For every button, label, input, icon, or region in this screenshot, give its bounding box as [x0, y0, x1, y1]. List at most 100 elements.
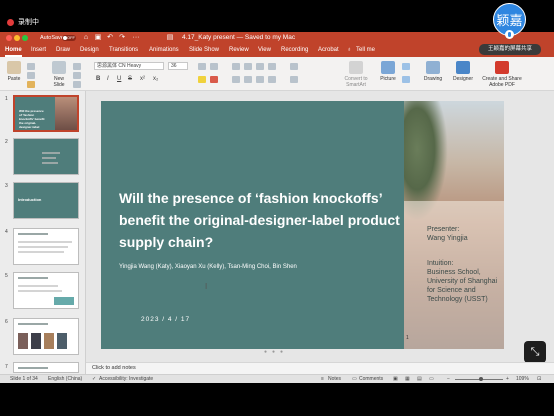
redo-icon[interactable]: ↷ [118, 34, 126, 42]
thumbnail-image [54, 297, 74, 305]
picture-button[interactable]: Picture [378, 61, 398, 82]
title-bar: AutoSave OFF ⌂ ▣ ↶ ↷ ··· ▤ 4.17_Katy pre… [0, 32, 554, 44]
thumbnail-number: 5 [5, 273, 8, 279]
home-icon[interactable]: ⌂ [82, 34, 90, 42]
convert-smartart-button[interactable]: Convert to SmartArt [340, 61, 372, 88]
thumbnail-number: 6 [5, 319, 8, 325]
screen-share-label: 王颖嘉的屏幕共享 [479, 44, 541, 55]
strikethrough-button[interactable]: S [128, 76, 132, 83]
layout-icon[interactable] [73, 63, 81, 70]
slide-thumbnail-5[interactable] [13, 272, 79, 309]
slide-thumbnail-4[interactable] [13, 228, 79, 265]
tab-recording[interactable]: Recording [281, 46, 308, 55]
superscript-button[interactable]: x² [140, 76, 145, 83]
create-adobe-pdf-button[interactable]: Create and Share Adobe PDF [481, 61, 523, 88]
font-family-select[interactable]: 思源黑体 CN Heavy [94, 62, 164, 70]
align-right-icon[interactable] [256, 76, 264, 83]
copy-icon[interactable] [27, 72, 35, 79]
bullets-icon[interactable] [232, 63, 240, 70]
slide-date[interactable]: 2023 / 4 / 17 [141, 316, 190, 324]
reset-icon[interactable] [73, 72, 81, 79]
reading-view-icon[interactable]: ▤ [417, 375, 422, 383]
tab-draw[interactable]: Draw [56, 46, 70, 55]
align-left-icon[interactable] [232, 76, 240, 83]
numbering-icon[interactable] [244, 63, 252, 70]
slide-sorter-icon[interactable]: ▦ [405, 375, 410, 383]
presenter-block[interactable]: Presenter: Wang Yingjia Intuition: Busin… [427, 225, 504, 304]
thumbnail-line [18, 285, 58, 287]
tab-acrobat[interactable]: Acrobat [318, 46, 339, 55]
thumbnail-number: 4 [5, 229, 8, 235]
comments-toggle[interactable]: Comments [359, 375, 383, 383]
text-direction-icon[interactable] [290, 63, 298, 70]
zoom-level[interactable]: 109% [516, 375, 529, 383]
shapes-icon[interactable] [402, 63, 410, 70]
slide-thumbnail-7[interactable] [13, 362, 79, 373]
fullscreen-icon[interactable]: ⤡ [524, 341, 546, 363]
notes-toggle[interactable]: Notes [328, 375, 341, 383]
increase-font-icon[interactable] [198, 63, 206, 70]
slide-thumbnail-1[interactable]: Will the presence of ‘fashion knockoffs’… [13, 95, 79, 132]
slide-canvas[interactable]: Will the presence of ‘fashion knockoffs’… [101, 101, 504, 349]
justify-icon[interactable] [268, 76, 276, 83]
zoom-slider-handle[interactable] [479, 377, 483, 381]
presenter-name: Wang Yingjia [427, 235, 468, 242]
language-status[interactable]: English (China) [48, 375, 82, 383]
slide-thumbnail-3[interactable]: Introduction [13, 182, 79, 219]
line-spacing-icon[interactable] [268, 63, 276, 70]
pagination-dots: ●●● [264, 349, 289, 355]
new-slide-button[interactable]: New Slide [50, 61, 68, 88]
notes-pane[interactable]: Click to add notes [86, 362, 554, 374]
normal-view-icon[interactable]: ▣ [393, 375, 398, 383]
tab-home[interactable]: Home [5, 46, 22, 57]
paste-button[interactable]: Paste [5, 61, 23, 82]
slide-thumbnail-2[interactable] [13, 138, 79, 175]
underline-button[interactable]: U [117, 76, 121, 83]
subscript-button[interactable]: x₂ [153, 76, 158, 83]
minimize-window-button[interactable] [14, 35, 20, 41]
slide-title[interactable]: Will the presence of ‘fashion knockoffs’… [119, 187, 409, 253]
zoom-window-button[interactable] [22, 35, 28, 41]
highlight-icon[interactable] [198, 76, 206, 83]
indent-icon[interactable] [256, 63, 264, 70]
zoom-in-icon[interactable]: + [506, 375, 509, 383]
thumbnail-line [18, 233, 48, 235]
bold-button[interactable]: B [96, 76, 100, 83]
font-size-select[interactable]: 36 [168, 62, 188, 70]
tab-tell-me[interactable]: Tell me [356, 46, 375, 55]
thumbnail-line [42, 157, 56, 159]
thumbnail-line [42, 152, 60, 154]
tab-view[interactable]: View [258, 46, 271, 55]
format-painter-icon[interactable] [27, 81, 35, 88]
more-icon[interactable]: ··· [132, 34, 140, 42]
align-text-icon[interactable] [290, 76, 298, 83]
fit-slide-icon[interactable]: ⊡ [537, 375, 541, 383]
undo-icon[interactable]: ↶ [106, 34, 114, 42]
font-color-icon[interactable] [210, 76, 218, 83]
decrease-font-icon[interactable] [210, 63, 218, 70]
tab-slide-show[interactable]: Slide Show [189, 46, 219, 55]
close-window-button[interactable] [6, 35, 12, 41]
tab-insert[interactable]: Insert [31, 46, 46, 55]
autosave-toggle[interactable]: OFF [62, 35, 76, 41]
thumbnail-line [42, 162, 58, 164]
tab-design[interactable]: Design [80, 46, 99, 55]
slide-thumbnail-6[interactable] [13, 318, 79, 355]
picture-label: Picture [380, 76, 396, 82]
tab-review[interactable]: Review [229, 46, 249, 55]
intuition-label: Intuition: [427, 260, 454, 267]
slideshow-icon[interactable]: ▭ [429, 375, 434, 383]
designer-button[interactable]: Designer [451, 61, 475, 82]
text-box-icon[interactable] [402, 76, 410, 83]
slide-authors[interactable]: Yingjia Wang (Katy), Xiaoyan Xu (Kelly),… [119, 263, 297, 271]
italic-button[interactable]: I [107, 76, 109, 83]
section-icon[interactable] [73, 81, 81, 88]
tab-animations[interactable]: Animations [149, 46, 179, 55]
tab-transitions[interactable]: Transitions [109, 46, 138, 55]
zoom-out-icon[interactable]: − [447, 375, 450, 383]
cut-icon[interactable] [27, 63, 35, 70]
drawing-button[interactable]: Drawing [422, 61, 444, 82]
align-center-icon[interactable] [244, 76, 252, 83]
accessibility-status[interactable]: Accessibility: Investigate [99, 375, 153, 383]
save-icon[interactable]: ▣ [94, 34, 102, 42]
